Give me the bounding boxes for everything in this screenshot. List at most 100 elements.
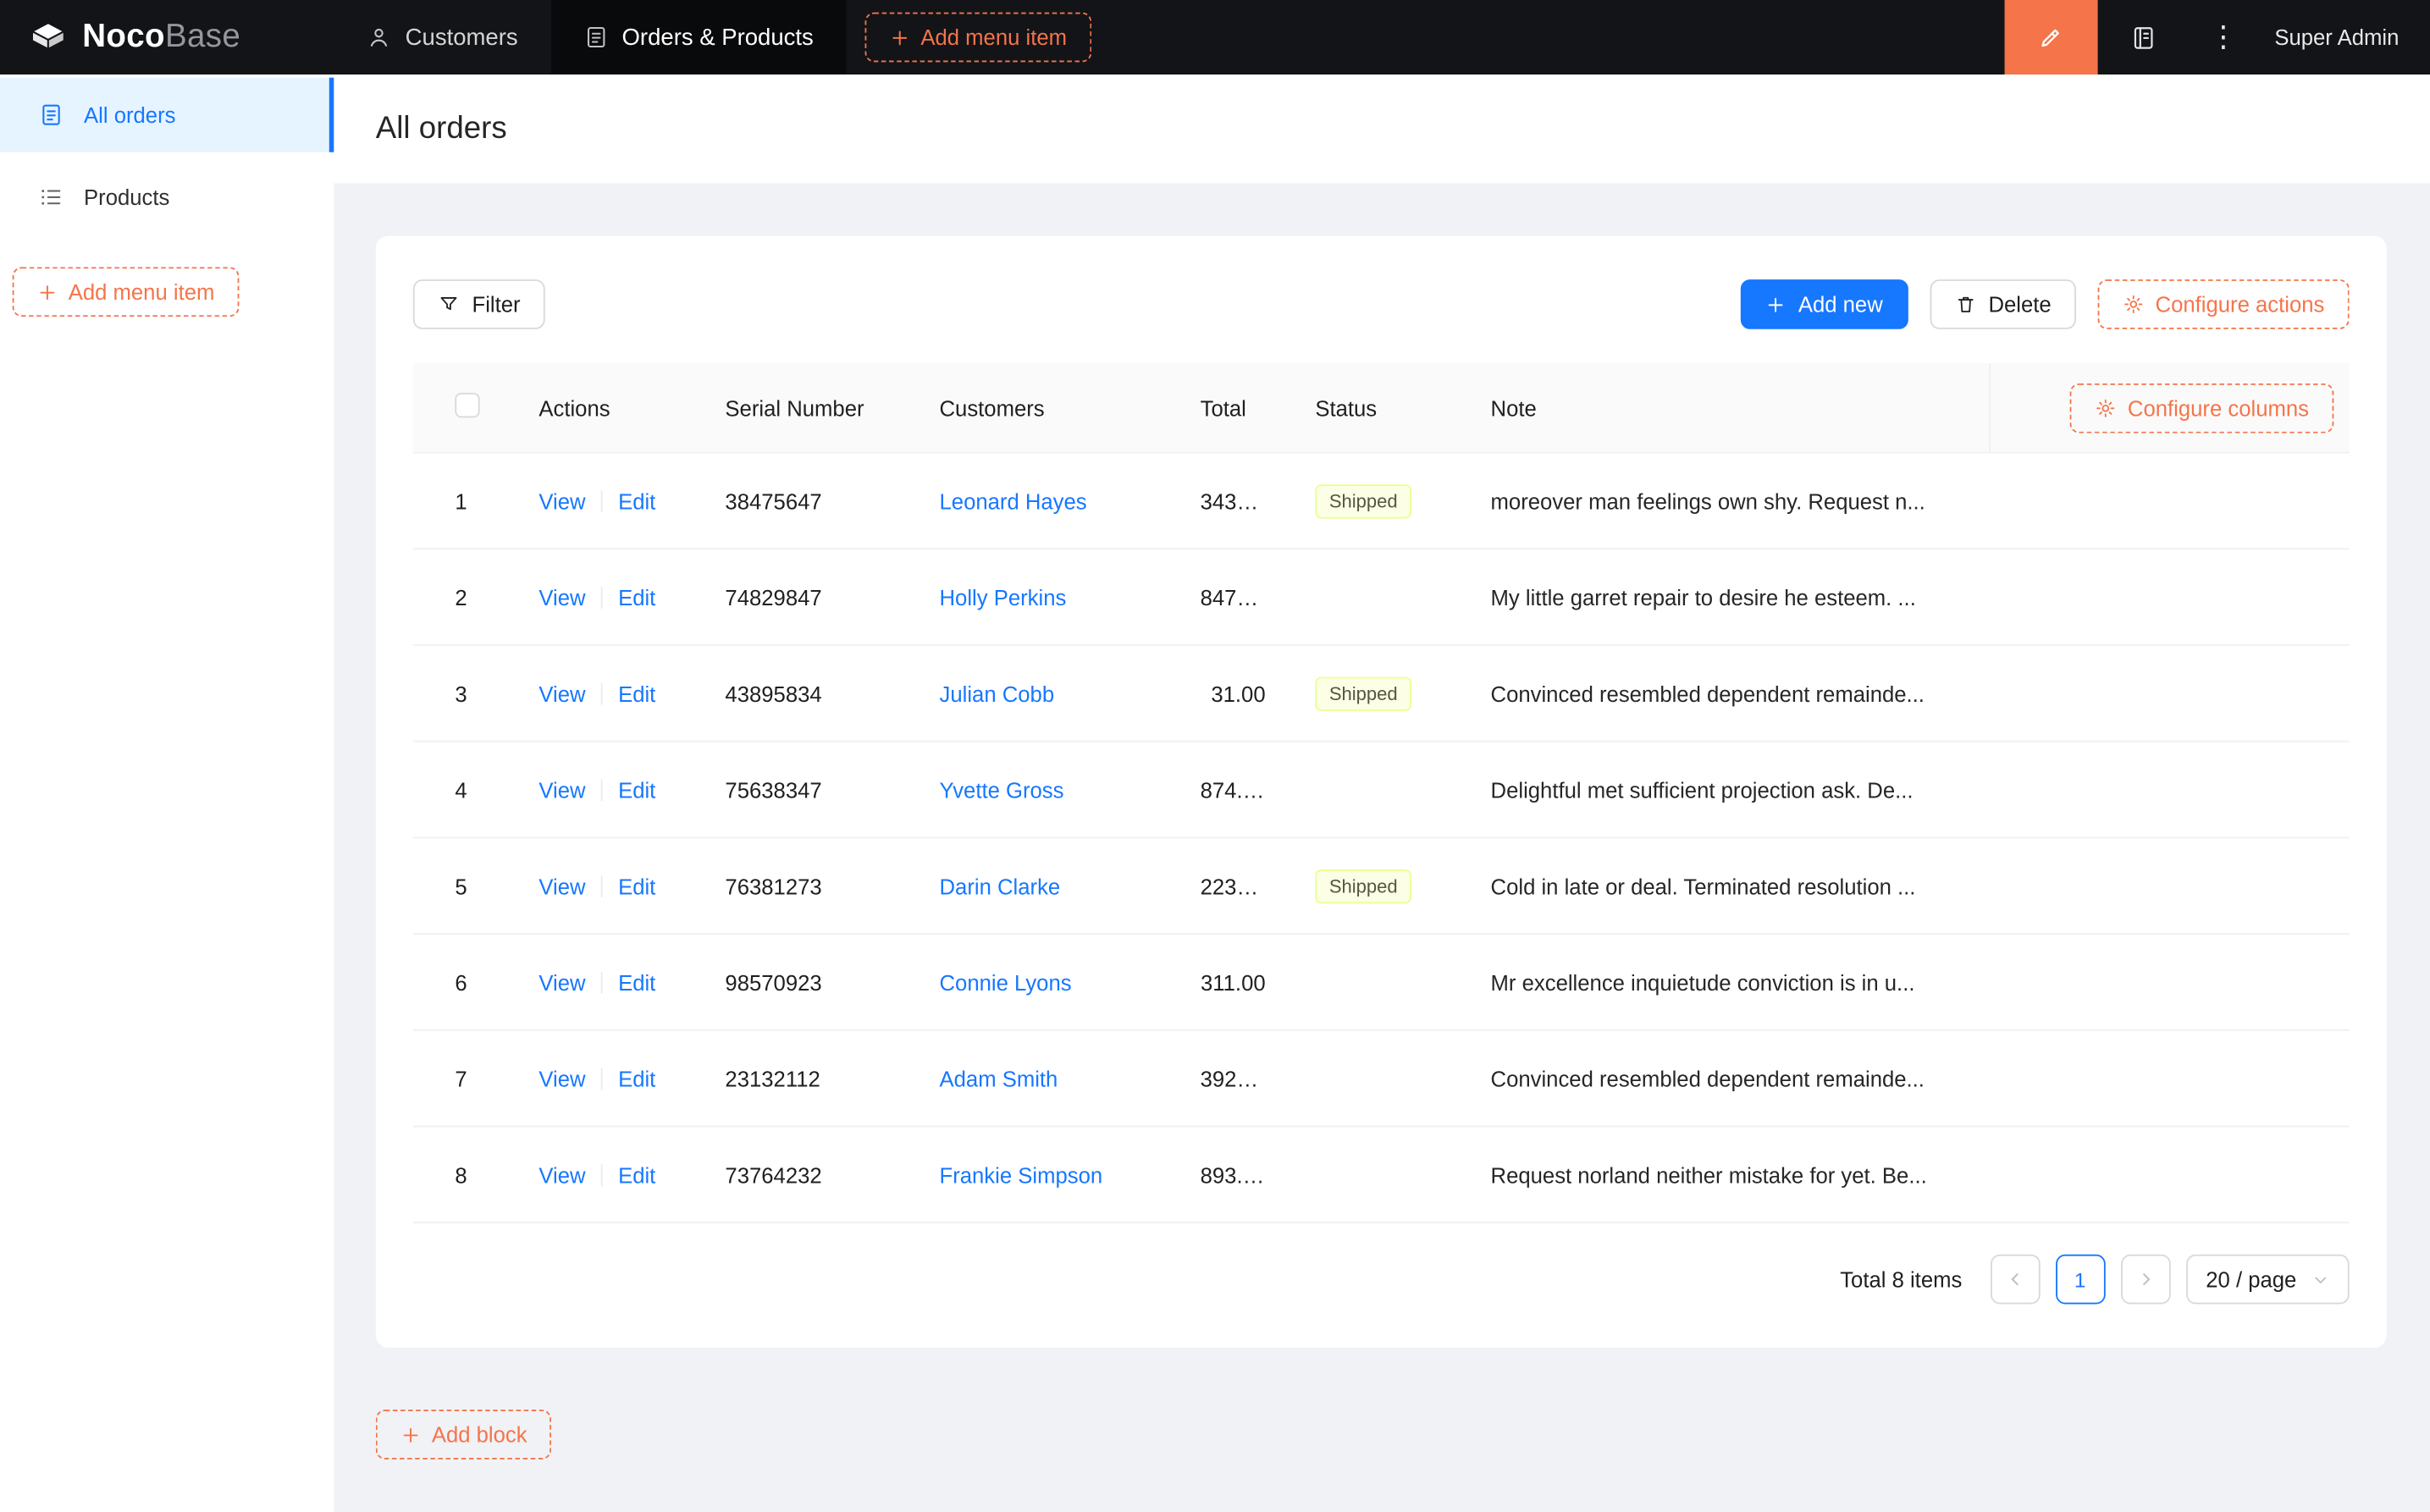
select-all-checkbox[interactable]: [455, 392, 480, 418]
edit-link[interactable]: Edit: [618, 584, 655, 609]
customer-link[interactable]: Yvette Gross: [940, 777, 1064, 802]
row-index-cell: 7: [413, 1066, 514, 1090]
row-actions-cell: View Edit: [514, 969, 700, 994]
delete-button[interactable]: Delete: [1929, 279, 2077, 329]
top-navbar: NocoBase Customers Orders & Products Add…: [0, 0, 2430, 75]
status-cell: Shipped: [1290, 483, 1466, 518]
divider: [600, 778, 603, 801]
filter-button[interactable]: Filter: [412, 279, 545, 329]
serial-number-cell: 74829847: [700, 584, 914, 609]
status-badge: Shipped: [1315, 676, 1412, 711]
edit-link[interactable]: Edit: [618, 1162, 655, 1187]
sidebar-add-menu-item-button[interactable]: Add menu item: [12, 267, 240, 317]
page-title: All orders: [375, 111, 507, 146]
note-text: moreover man feelings own shy. Request n…: [1490, 488, 1925, 514]
row-actions-cell: View Edit: [514, 874, 700, 898]
note-cell: Delightful met sufficient projection ask…: [1466, 777, 1989, 802]
note-text: Delightful met sufficient projection ask…: [1490, 776, 1914, 803]
api-doc-button[interactable]: [2097, 0, 2190, 74]
view-link[interactable]: View: [538, 584, 585, 609]
divider: [600, 875, 603, 897]
users-icon: [367, 25, 391, 49]
ui-editor-button[interactable]: [2004, 0, 2098, 75]
book-icon: [2131, 24, 2157, 50]
row-index: 7: [455, 1065, 467, 1091]
customer-link[interactable]: Frankie Simpson: [940, 1162, 1103, 1187]
status-badge: Shipped: [1315, 483, 1412, 518]
page-size-select[interactable]: 20 / page: [2185, 1254, 2350, 1305]
customer-link[interactable]: Darin Clarke: [940, 874, 1061, 898]
configure-columns-button[interactable]: Configure columns: [2070, 383, 2334, 433]
sidebar-item-products[interactable]: Products: [0, 160, 334, 235]
note-cell: Mr excellence inquietude conviction is i…: [1466, 969, 1989, 994]
total-value: 31.00: [1211, 681, 1266, 706]
customer-link[interactable]: Julian Cobb: [940, 681, 1055, 705]
serial-number-cell: 38475647: [700, 488, 914, 513]
edit-link[interactable]: Edit: [618, 777, 655, 802]
row-index: 1: [455, 488, 467, 514]
total-value: 3923.00: [1200, 1065, 1279, 1091]
customer-link[interactable]: Adam Smith: [940, 1066, 1058, 1090]
more-options-button[interactable]: ⋮: [2190, 0, 2256, 74]
chevron-right-icon: [2136, 1270, 2155, 1289]
add-new-button[interactable]: Add new: [1740, 279, 1908, 329]
table-row: 3 View Edit 43895834 Julian Cobb 31.00 Sh…: [412, 646, 2350, 742]
view-link[interactable]: View: [538, 488, 585, 513]
view-link[interactable]: View: [538, 969, 585, 994]
serial-number: 75638347: [725, 776, 822, 803]
row-index-cell: 1: [413, 488, 514, 513]
note-text: My little garret repair to desire he est…: [1490, 584, 1916, 610]
view-link[interactable]: View: [538, 874, 585, 898]
total-cell: 893.00: [1175, 1162, 1290, 1187]
pagination-page-1-button[interactable]: 1: [2055, 1254, 2106, 1305]
table-row: 8 View Edit 73764232 Frankie Simpson 893.…: [412, 1127, 2350, 1224]
sidebar-item-all-orders[interactable]: All orders: [0, 77, 334, 152]
customer-cell: Connie Lyons: [914, 969, 1175, 994]
edit-link[interactable]: Edit: [618, 681, 655, 705]
note-cell: Cold in late or deal. Terminated resolut…: [1466, 874, 1989, 898]
customer-link[interactable]: Connie Lyons: [940, 969, 1072, 994]
customer-cell: Yvette Gross: [914, 777, 1175, 802]
customer-cell: Darin Clarke: [914, 874, 1175, 898]
pagination-next-button[interactable]: [2120, 1254, 2171, 1305]
ellipsis-vertical-icon: ⋮: [2208, 20, 2239, 54]
pagination-prev-button[interactable]: [1990, 1254, 2041, 1305]
view-link[interactable]: View: [538, 681, 585, 705]
menu-item-orders-products[interactable]: Orders & Products: [550, 0, 847, 75]
add-block-button[interactable]: Add block: [375, 1410, 552, 1460]
total-cell: 3923.00: [1175, 1066, 1290, 1090]
user-menu[interactable]: Super Admin: [2256, 0, 2430, 74]
nocobase-logo-icon: [28, 17, 69, 58]
view-link[interactable]: View: [538, 1162, 585, 1187]
column-header-note: Note: [1490, 395, 1537, 421]
row-index-cell: 8: [413, 1162, 514, 1187]
customer-cell: Frankie Simpson: [914, 1162, 1175, 1187]
serial-number: 43895834: [725, 681, 822, 706]
view-link[interactable]: View: [538, 1066, 585, 1090]
table-row: 2 View Edit 74829847 Holly Perkins 8473.0…: [412, 549, 2350, 646]
view-link[interactable]: View: [538, 777, 585, 802]
edit-link[interactable]: Edit: [618, 969, 655, 994]
row-index-cell: 6: [413, 969, 514, 994]
configure-actions-button[interactable]: Configure actions: [2097, 279, 2350, 329]
add-menu-item-button[interactable]: Add menu item: [864, 12, 1092, 63]
row-actions-cell: View Edit: [514, 777, 700, 802]
total-value: 8473.00: [1200, 584, 1279, 610]
row-actions-cell: View Edit: [514, 488, 700, 513]
edit-link[interactable]: Edit: [618, 488, 655, 513]
row-index: 4: [455, 776, 467, 803]
edit-link[interactable]: Edit: [618, 874, 655, 898]
row-index-cell: 4: [413, 777, 514, 802]
edit-link[interactable]: Edit: [618, 1066, 655, 1090]
page-size-value: 20 / page: [2206, 1266, 2297, 1292]
customer-link[interactable]: Holly Perkins: [940, 584, 1067, 609]
file-table-icon: [39, 102, 64, 127]
menu-item-customers[interactable]: Customers: [334, 0, 550, 74]
row-index-cell: 5: [413, 874, 514, 898]
row-index: 6: [455, 969, 467, 995]
table-row: 7 View Edit 23132112 Adam Smith 3923.00 C…: [412, 1031, 2350, 1128]
brand[interactable]: NocoBase: [0, 0, 334, 74]
divider: [600, 1163, 603, 1186]
customer-link[interactable]: Leonard Hayes: [940, 488, 1087, 513]
note-cell: Convinced resembled dependent remainde..…: [1466, 681, 1989, 705]
